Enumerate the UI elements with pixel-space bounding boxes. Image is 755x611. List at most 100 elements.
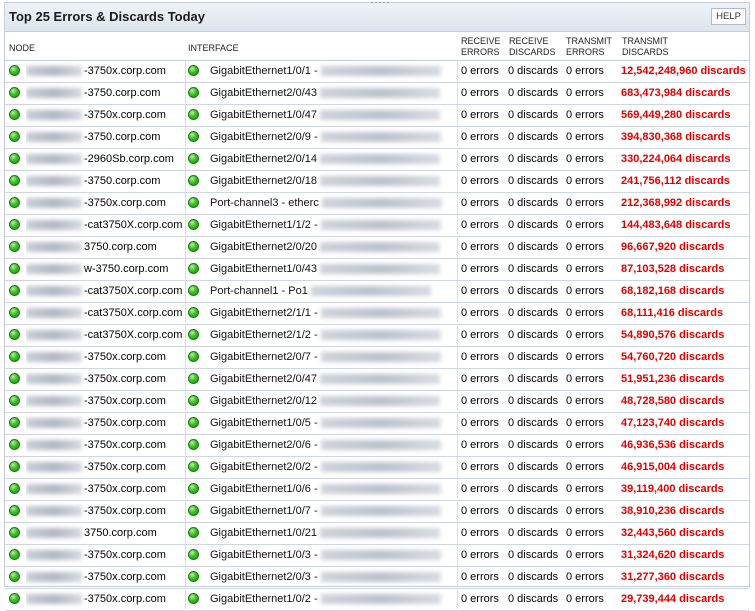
column-divider <box>457 325 458 345</box>
column-header-receive-discards[interactable]: RECEIVE DISCARDS <box>509 36 565 58</box>
transmit-discards-value: 46,915,004 discards <box>621 461 725 473</box>
interface-status-icon <box>188 505 199 516</box>
node-link[interactable]: -3750x.corp.com <box>26 193 184 213</box>
transmit-discards-value: 29,739,444 discards <box>621 593 725 605</box>
interface-link[interactable]: GigabitEthernet2/1/2 - <box>210 325 454 345</box>
table-row: -3750x.corp.com GigabitEthernet1/0/7 - 0 e… <box>5 501 749 523</box>
node-link[interactable]: -3750x.corp.com <box>26 347 184 367</box>
column-header-node[interactable]: NODE <box>9 43 35 54</box>
interface-link[interactable]: GigabitEthernet1/0/43 <box>210 259 454 279</box>
interface-link[interactable]: GigabitEthernet1/1/2 - <box>210 215 454 235</box>
node-name: -3750.corp.com <box>84 87 161 99</box>
receive-errors-value: 0 errors <box>461 219 499 231</box>
receive-errors-value: 0 errors <box>461 395 499 407</box>
transmit-errors-value: 0 errors <box>566 439 604 451</box>
table-row: -3750x.corp.com GigabitEthernet1/0/5 - 0 e… <box>5 413 749 435</box>
interface-link[interactable]: GigabitEthernet2/0/3 - <box>210 567 454 587</box>
node-link[interactable]: -3750.corp.com <box>26 83 184 103</box>
node-link[interactable]: -2960Sb.corp.com <box>26 149 184 169</box>
interface-name: GigabitEthernet2/0/6 - <box>210 439 318 451</box>
node-link[interactable]: w-3750.corp.com <box>26 259 184 279</box>
interface-link[interactable]: GigabitEthernet2/0/2 - <box>210 457 454 477</box>
node-name: -3750x.corp.com <box>84 439 166 451</box>
node-link[interactable]: 3750.corp.com <box>26 237 184 257</box>
column-divider <box>185 105 186 125</box>
transmit-discards-value: 212,368,992 discards <box>621 197 731 209</box>
node-link[interactable]: -3750.corp.com <box>26 127 184 147</box>
node-link[interactable]: -3750x.corp.com <box>26 435 184 455</box>
interface-link[interactable]: GigabitEthernet1/0/3 - <box>210 545 454 565</box>
node-link[interactable]: -cat3750X.corp.com <box>26 215 184 235</box>
node-link[interactable]: -cat3750X.corp.com <box>26 281 184 301</box>
interface-status-icon <box>188 219 199 230</box>
interface-link[interactable]: GigabitEthernet2/0/43 <box>210 83 454 103</box>
interface-link[interactable]: GigabitEthernet2/1/1 - <box>210 303 454 323</box>
receive-errors-value: 0 errors <box>461 109 499 121</box>
interface-link[interactable]: GigabitEthernet2/0/18 <box>210 171 454 191</box>
table-row: 3750.corp.com GigabitEthernet1/0/21 0 erro… <box>5 523 749 545</box>
redacted-node-prefix <box>26 66 82 77</box>
table-row: -cat3750X.corp.com GigabitEthernet1/1/2 -… <box>5 215 749 237</box>
node-link[interactable]: -3750.corp.com <box>26 171 184 191</box>
node-link[interactable]: -3750x.corp.com <box>26 369 184 389</box>
interface-link[interactable]: GigabitEthernet2/0/47 <box>210 369 454 389</box>
interface-link[interactable]: GigabitEthernet2/0/6 - <box>210 435 454 455</box>
node-link[interactable]: -3750x.corp.com <box>26 391 184 411</box>
node-link[interactable]: -3750x.corp.com <box>26 105 184 125</box>
node-link[interactable]: -3750x.corp.com <box>26 567 184 587</box>
node-link[interactable]: 3750.corp.com <box>26 523 184 543</box>
interface-link[interactable]: GigabitEthernet1/0/5 - <box>210 413 454 433</box>
node-status-icon <box>9 285 20 296</box>
node-name: -3750x.corp.com <box>84 197 166 209</box>
interface-link[interactable]: GigabitEthernet2/0/12 <box>210 391 454 411</box>
interface-link[interactable]: Port-channel1 - Po1 <box>210 281 454 301</box>
interface-link[interactable]: GigabitEthernet2/0/20 <box>210 237 454 257</box>
interface-status-icon <box>188 131 199 142</box>
node-name: -3750x.corp.com <box>84 373 166 385</box>
receive-errors-value: 0 errors <box>461 263 499 275</box>
redacted-node-prefix <box>26 198 82 209</box>
node-name: -3750.corp.com <box>84 131 161 143</box>
column-header-transmit-errors[interactable]: TRANSMIT ERRORS <box>566 36 618 58</box>
interface-link[interactable]: Port-channel3 - etherc <box>210 193 454 213</box>
node-link[interactable]: -3750x.corp.com <box>26 479 184 499</box>
node-link[interactable]: -cat3750X.corp.com <box>26 303 184 323</box>
node-link[interactable]: -3750x.corp.com <box>26 501 184 521</box>
interface-link[interactable]: GigabitEthernet2/0/14 <box>210 149 454 169</box>
receive-errors-value: 0 errors <box>461 351 499 363</box>
column-divider <box>457 545 458 565</box>
widget-title: Top 25 Errors & Discards Today <box>9 9 206 24</box>
column-divider <box>185 589 186 609</box>
interface-link[interactable]: GigabitEthernet1/0/2 - <box>210 589 454 609</box>
interface-link[interactable]: GigabitEthernet2/0/9 - <box>210 127 454 147</box>
redacted-node-prefix <box>26 330 82 341</box>
interface-link[interactable]: GigabitEthernet2/0/7 - <box>210 347 454 367</box>
node-link[interactable]: -3750x.corp.com <box>26 545 184 565</box>
redacted-node-prefix <box>26 242 82 253</box>
interface-link[interactable]: GigabitEthernet1/0/6 - <box>210 479 454 499</box>
column-divider <box>185 237 186 257</box>
interface-link[interactable]: GigabitEthernet1/0/1 - <box>210 61 454 81</box>
table-row: -3750x.corp.com GigabitEthernet1/0/6 - 0 e… <box>5 479 749 501</box>
node-link[interactable]: -3750x.corp.com <box>26 457 184 477</box>
help-button[interactable]: HELP <box>711 8 746 25</box>
transmit-discards-value: 48,728,580 discards <box>621 395 725 407</box>
interface-link[interactable]: GigabitEthernet1/0/47 <box>210 105 454 125</box>
interface-link[interactable]: GigabitEthernet1/0/7 - <box>210 501 454 521</box>
receive-discards-value: 0 discards <box>508 373 559 385</box>
column-divider <box>185 303 186 323</box>
redacted-node-prefix <box>26 572 82 583</box>
transmit-errors-value: 0 errors <box>566 505 604 517</box>
receive-errors-value: 0 errors <box>461 285 499 297</box>
node-name: -3750.corp.com <box>84 175 161 187</box>
column-header-receive-errors[interactable]: RECEIVE ERRORS <box>461 36 507 58</box>
column-header-interface[interactable]: INTERFACE <box>188 43 239 54</box>
node-link[interactable]: -3750x.corp.com <box>26 589 184 609</box>
interface-link[interactable]: GigabitEthernet1/0/21 <box>210 523 454 543</box>
node-link[interactable]: -3750x.corp.com <box>26 61 184 81</box>
transmit-errors-value: 0 errors <box>566 351 604 363</box>
column-header-transmit-discards[interactable]: TRANSMIT DISCARDS <box>622 36 702 58</box>
node-status-icon <box>9 439 20 450</box>
node-link[interactable]: -3750x.corp.com <box>26 413 184 433</box>
node-link[interactable]: -cat3750X.corp.com <box>26 325 184 345</box>
